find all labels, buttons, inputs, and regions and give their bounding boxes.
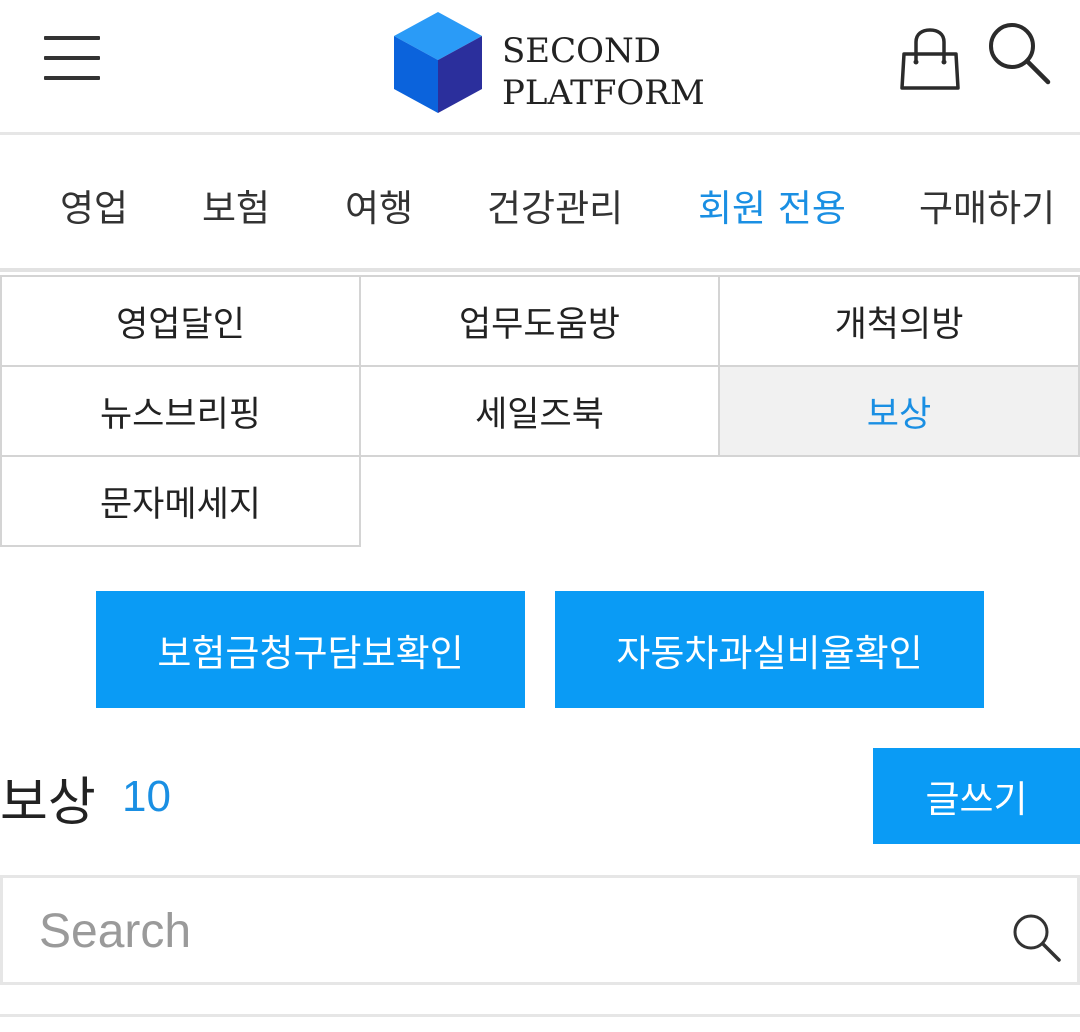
board-post-count: 10 [122, 772, 171, 821]
submenu-item-sales-master[interactable]: 영업달인 [0, 275, 361, 367]
search-icon[interactable] [986, 20, 1052, 86]
hamburger-menu-icon[interactable] [44, 36, 100, 80]
nav-item-purchase[interactable]: 구매하기 [919, 178, 1055, 232]
top-header: SECOND PLATFORM [0, 0, 1080, 135]
nav-item-health[interactable]: 건강관리 [487, 178, 623, 232]
nav-item-insurance[interactable]: 보험 [202, 178, 270, 232]
submenu-item-pioneer-room[interactable]: 개척의방 [718, 275, 1080, 367]
submenu-item-work-help[interactable]: 업무도움방 [359, 275, 720, 367]
submenu-item-news-briefing[interactable]: 뉴스브리핑 [0, 365, 361, 457]
submenu-item-compensation[interactable]: 보상 [718, 365, 1080, 457]
search-submit-icon[interactable] [1010, 911, 1062, 963]
cube-icon [394, 12, 482, 113]
write-post-button[interactable]: 글쓰기 [873, 748, 1080, 844]
board-title: 보상 [0, 773, 96, 833]
search-input[interactable] [39, 896, 979, 966]
brand-name: SECOND PLATFORM [502, 30, 705, 114]
claim-coverage-check-button[interactable]: 보험금청구담보확인 [96, 591, 525, 708]
board-search [0, 875, 1080, 985]
shopping-bag-icon[interactable] [898, 28, 962, 92]
nav-item-members-only[interactable]: 회원 전용 [698, 178, 846, 232]
nav-item-sales[interactable]: 영업 [60, 178, 128, 232]
submenu-item-sales-book[interactable]: 세일즈북 [359, 365, 720, 457]
category-nav: 영업 보험 여행 건강관리 회원 전용 구매하기 [0, 138, 1080, 272]
brand-logo[interactable]: SECOND PLATFORM [392, 10, 705, 115]
brand-line-1: SECOND [502, 31, 662, 71]
car-fault-ratio-check-button[interactable]: 자동차과실비율확인 [555, 591, 984, 708]
nav-item-travel[interactable]: 여행 [345, 178, 413, 232]
divider [0, 1014, 1080, 1017]
submenu-item-text-message[interactable]: 문자메세지 [0, 455, 361, 547]
brand-line-2: PLATFORM [502, 73, 705, 113]
